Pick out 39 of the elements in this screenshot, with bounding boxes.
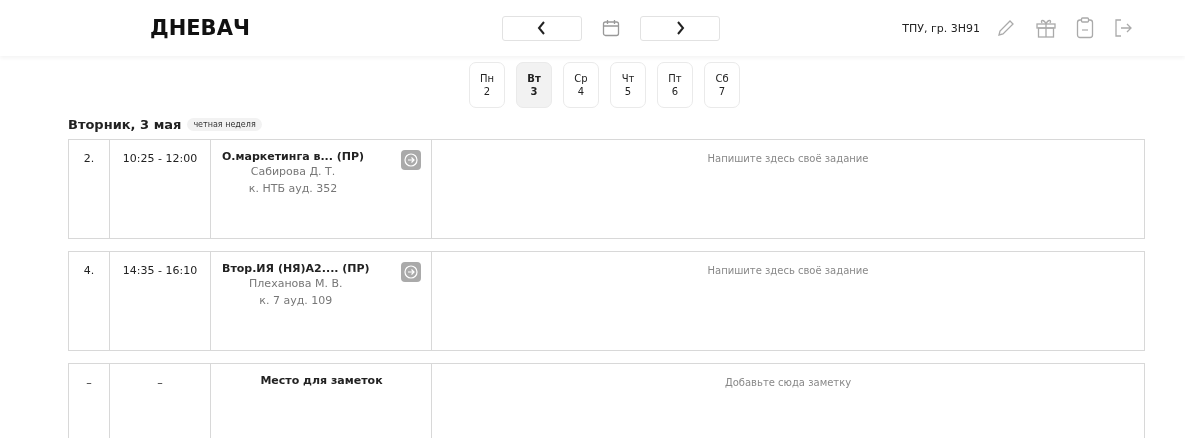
week-badge: четная неделя	[187, 117, 262, 131]
teacher-name: Сабирова Д. Т.	[250, 164, 336, 180]
lesson-time: –	[110, 363, 211, 438]
group-label: ТПУ, гр. 3Н91	[902, 21, 980, 35]
lesson-time: 14:35 - 16:10	[110, 251, 211, 351]
gift-icon[interactable]	[1035, 17, 1057, 39]
day-title: Вторник, 3 мая	[68, 116, 182, 132]
lesson-number: 2.	[68, 139, 110, 239]
chevron-left-icon	[537, 21, 547, 35]
lesson-number: 4.	[68, 251, 110, 351]
subject-name: Втор.ИЯ (НЯ)А2.... (ПР)	[222, 262, 370, 275]
day-tab[interactable]: Ср 4	[563, 62, 599, 108]
clipboard-icon[interactable]	[1076, 17, 1094, 39]
app-logo: ДНЕВАЧ	[150, 16, 251, 40]
room-label: к. 7 ауд. 109	[259, 293, 333, 309]
lesson-number: –	[68, 363, 110, 438]
open-lesson-button[interactable]	[401, 262, 421, 282]
open-lesson-button[interactable]	[401, 150, 421, 170]
notes-title: Место для заметок	[260, 374, 383, 389]
task-field[interactable]: Напишите здесь своё задание	[432, 251, 1145, 351]
day-tab[interactable]: Сб 7	[704, 62, 740, 108]
day-tab[interactable]: Вт 3	[516, 62, 552, 108]
day-tab[interactable]: Чт 5	[610, 62, 646, 108]
day-tab[interactable]: Пт 6	[657, 62, 693, 108]
room-label: к. НТБ ауд. 352	[248, 181, 338, 197]
previous-button[interactable]	[502, 15, 582, 41]
lesson-time: 10:25 - 12:00	[110, 139, 211, 239]
subject-name: О.маркетинга в... (ПР)	[222, 150, 365, 163]
task-field[interactable]: Напишите здесь своё задание	[432, 139, 1145, 239]
task-field[interactable]: Добавьте сюда заметку	[432, 363, 1145, 438]
logout-icon[interactable]	[1113, 18, 1133, 38]
teacher-name: Плеханова М. В.	[249, 276, 343, 292]
day-tab[interactable]: Пн 2	[469, 62, 505, 108]
next-button[interactable]	[640, 15, 720, 41]
arrow-circle-icon	[404, 153, 418, 167]
edit-icon[interactable]	[996, 18, 1016, 38]
calendar-icon[interactable]	[602, 19, 620, 37]
chevron-right-icon	[675, 21, 685, 35]
arrow-circle-icon	[404, 265, 418, 279]
